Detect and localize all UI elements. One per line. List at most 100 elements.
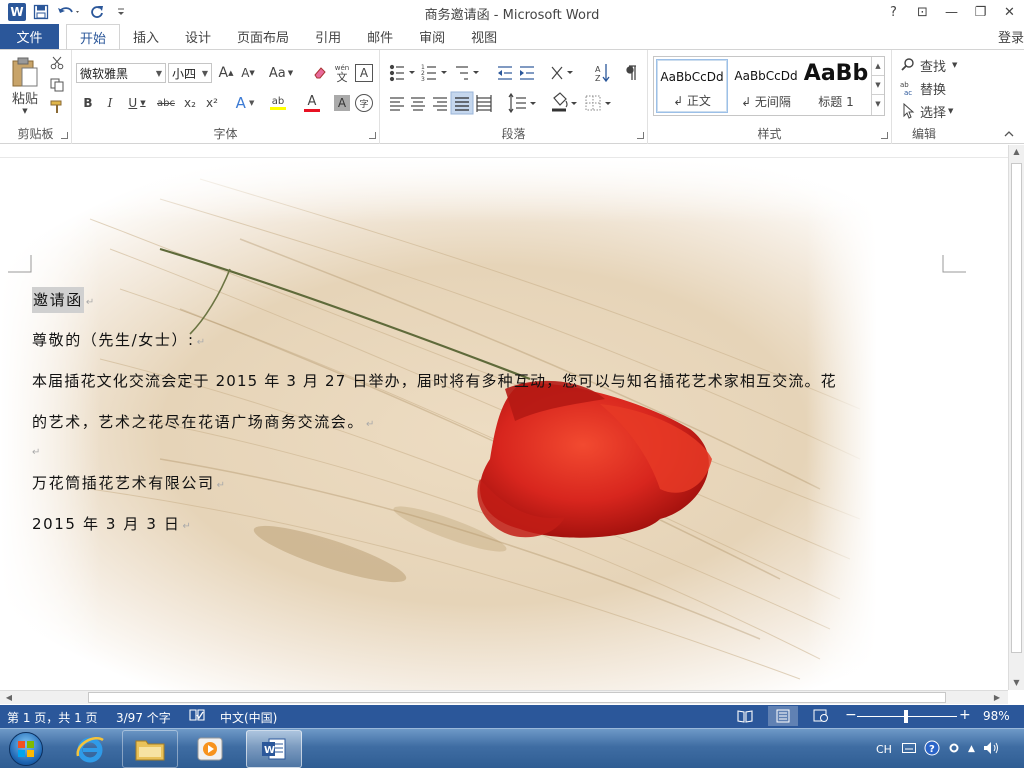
replace-button[interactable]: ab ac 替换: [900, 78, 970, 98]
show-formatting-marks-button[interactable]: [622, 62, 644, 84]
align-center-button[interactable]: [408, 92, 430, 114]
doc-company[interactable]: 万花筒插花艺术有限公司 ↵: [32, 472, 227, 493]
find-button[interactable]: 查找 ▼: [900, 55, 970, 75]
bold-button[interactable]: B: [78, 92, 98, 114]
multilevel-list-button[interactable]: [452, 62, 482, 84]
tab-review[interactable]: 审阅: [406, 24, 458, 49]
gallery-more-button[interactable]: ▼: [872, 95, 884, 114]
enclose-characters-button[interactable]: 字: [355, 94, 373, 112]
zoom-slider[interactable]: [857, 710, 957, 723]
underline-button[interactable]: U ▼: [122, 92, 152, 114]
start-button[interactable]: [4, 730, 48, 768]
strikethrough-button[interactable]: abc: [154, 92, 178, 114]
scroll-right-button[interactable]: ▶: [990, 691, 1004, 704]
minimize-button[interactable]: —: [937, 0, 966, 24]
language-status[interactable]: 中文(中国): [220, 709, 277, 726]
gallery-down-button[interactable]: ▼: [872, 76, 884, 95]
read-mode-button[interactable]: [737, 709, 753, 726]
redo-button[interactable]: [86, 1, 108, 23]
save-button[interactable]: [30, 1, 52, 23]
style-heading-1[interactable]: AaBb 标题 1: [802, 59, 870, 113]
login-link[interactable]: 登录: [998, 27, 1024, 46]
chinese-layout-button[interactable]: [548, 62, 578, 84]
word-count[interactable]: 3/97 个字: [116, 709, 171, 726]
font-launcher[interactable]: [369, 132, 376, 139]
bullets-button[interactable]: [386, 62, 416, 84]
copy-button[interactable]: [48, 76, 66, 94]
shading-button[interactable]: [550, 92, 580, 114]
justify-button[interactable]: [451, 92, 473, 114]
font-name-dropdown[interactable]: 微软雅黑 ▼: [76, 63, 166, 83]
zoom-level[interactable]: 98%: [983, 709, 1010, 723]
grow-font-button[interactable]: A ▲: [216, 63, 236, 83]
highlight-color-button[interactable]: ab: [262, 92, 294, 114]
scroll-left-button[interactable]: ◀: [2, 691, 16, 704]
horizontal-scrollbar[interactable]: ◀ ▶: [0, 690, 1008, 704]
doc-body-line-1[interactable]: 本届插花文化交流会定于 2015 年 3 月 27 日举办，届时将有多种互动，您…: [32, 370, 837, 391]
close-button[interactable]: ✕: [995, 0, 1024, 24]
vertical-scroll-thumb[interactable]: [1011, 163, 1022, 653]
decrease-indent-button[interactable]: [494, 62, 516, 84]
tab-references[interactable]: 引用: [302, 24, 354, 49]
italic-button[interactable]: I: [100, 92, 120, 114]
superscript-button[interactable]: x²: [202, 92, 222, 114]
web-layout-button[interactable]: [813, 709, 829, 726]
increase-indent-button[interactable]: [517, 62, 539, 84]
input-language[interactable]: CH: [876, 743, 892, 756]
scroll-down-button[interactable]: ▼: [1009, 676, 1024, 690]
shrink-font-button[interactable]: A ▼: [238, 63, 258, 83]
font-color-button[interactable]: A: [296, 92, 328, 114]
ribbon-display-button[interactable]: ⊡: [908, 0, 937, 24]
document-area[interactable]: 邀请函 ↵ 尊敬的（先生/女士）: ↵ 本届插花文化交流会定于 2015 年 3 月…: [0, 145, 1008, 690]
cut-button[interactable]: [48, 54, 66, 72]
doc-body-line-2[interactable]: 的艺术，艺术之花尽在花语广场商务交流会。 ↵: [32, 411, 376, 432]
taskbar-explorer[interactable]: [122, 730, 178, 768]
volume-icon[interactable]: [983, 741, 1001, 758]
style-normal[interactable]: AaBbCcDd ↲ 正文: [656, 59, 728, 113]
sort-button[interactable]: [590, 62, 612, 84]
format-painter-button[interactable]: [48, 98, 66, 116]
change-case-button[interactable]: Aa ▼: [266, 63, 296, 83]
style-no-spacing[interactable]: AaBbCcDd ↲ 无间隔: [730, 59, 802, 113]
tab-mailings[interactable]: 邮件: [354, 24, 406, 49]
phonetic-guide-button[interactable]: wén 文: [332, 63, 352, 83]
zoom-in-button[interactable]: +: [959, 707, 971, 723]
collapse-ribbon-button[interactable]: [1002, 128, 1016, 140]
paragraph-launcher[interactable]: [637, 132, 644, 139]
show-hidden-icons-icon[interactable]: ▲: [968, 744, 975, 754]
help-button[interactable]: ?: [879, 0, 908, 24]
align-right-button[interactable]: [430, 92, 452, 114]
page-count[interactable]: 第 1 页，共 1 页: [7, 709, 98, 726]
text-effects-button[interactable]: A ▼: [230, 92, 260, 114]
horizontal-scroll-thumb[interactable]: [88, 692, 946, 703]
taskbar-word[interactable]: W: [246, 730, 302, 768]
clear-formatting-button[interactable]: [310, 63, 330, 83]
scroll-up-button[interactable]: ▲: [1009, 145, 1024, 159]
tray-settings-icon[interactable]: [948, 742, 960, 757]
gallery-up-button[interactable]: ▲: [872, 57, 884, 76]
doc-greeting[interactable]: 尊敬的（先生/女士）: ↵: [32, 329, 207, 350]
doc-title[interactable]: 邀请函 ↵: [32, 287, 96, 313]
proofing-status[interactable]: [189, 708, 205, 725]
character-border-button[interactable]: A: [355, 64, 373, 82]
doc-empty-line[interactable]: ↵: [32, 441, 42, 459]
customize-qat-button[interactable]: [110, 1, 132, 23]
tab-insert[interactable]: 插入: [120, 24, 172, 49]
paste-button[interactable]: 粘贴 ▼: [6, 54, 44, 116]
distributed-button[interactable]: [474, 92, 496, 114]
tab-file[interactable]: 文件: [0, 24, 59, 49]
align-left-button[interactable]: [386, 92, 408, 114]
font-size-dropdown[interactable]: 小四 ▼: [168, 63, 212, 83]
print-layout-button[interactable]: [768, 706, 798, 726]
numbering-button[interactable]: [418, 62, 448, 84]
word-app-icon[interactable]: W: [6, 1, 28, 23]
clipboard-launcher[interactable]: [61, 132, 68, 139]
tab-home[interactable]: 开始: [66, 24, 121, 50]
taskbar-ie[interactable]: [62, 730, 118, 768]
restore-button[interactable]: ❐: [966, 0, 995, 24]
subscript-button[interactable]: x₂: [180, 92, 200, 114]
keyboard-icon[interactable]: [901, 742, 916, 756]
taskbar-media-player[interactable]: [182, 730, 238, 768]
zoom-slider-thumb[interactable]: [904, 710, 908, 723]
styles-launcher[interactable]: [881, 132, 888, 139]
